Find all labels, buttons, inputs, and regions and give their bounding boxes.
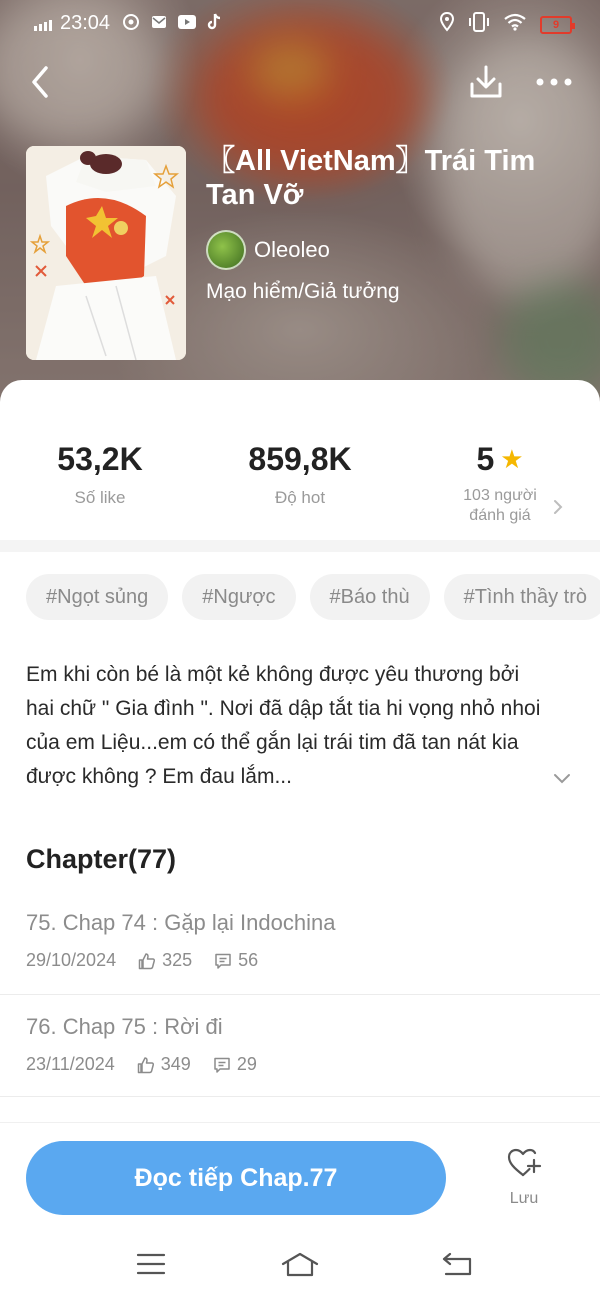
like-icon [138,952,156,969]
status-time: 23:04 [60,12,111,34]
chapter-item[interactable]: 75. Chap 74 : Gặp lại Indochina 29/10/20… [26,910,600,971]
chapter-title: 76. Chap 75 : Rời đi [26,1014,223,1039]
vibrate-icon [468,12,490,38]
battery-icon: 9 [540,16,575,34]
star-icon: ★ [500,444,524,474]
chapter-list-header: Chapter(77) [26,844,177,874]
menu-icon[interactable] [136,1251,166,1277]
likes-value: 53,2K [57,441,143,477]
tag-chip[interactable]: #Báo thù [309,574,430,620]
likes-label: Số like [74,488,126,507]
author-link[interactable]: Oleoleo [206,230,330,270]
back-nav-icon[interactable] [440,1251,474,1277]
save-button[interactable]: Lưu [500,1147,548,1208]
wifi-icon [504,13,526,37]
home-icon[interactable] [280,1251,320,1279]
heart-add-icon [507,1148,542,1177]
author-name: Oleoleo [254,237,330,262]
chapter-comments: 56 [238,950,259,970]
expand-chevron-icon[interactable] [552,772,572,786]
chapter-date: 23/11/2024 [26,1054,115,1074]
tiktok-icon [206,13,224,31]
rating-count-label-2: đánh giá [469,507,531,524]
youtube-icon [178,13,196,31]
chapter-likes: 325 [162,950,193,970]
download-icon [470,65,502,98]
story-description: Em khi còn bé là một kẻ không được yêu t… [26,663,541,788]
section-divider [0,540,600,552]
chapter-comments: 29 [236,1054,257,1074]
bottom-action-bar: Đọc tiếp Chap.77 Lưu [0,1122,600,1300]
story-cover-image [26,146,186,360]
save-label: Lưu [509,1190,539,1207]
likes-stat: 53,2K Số like [0,440,200,508]
signal-icon [34,20,52,31]
story-detail-screen: 23:04 9 〖All VietNam〗Trái Tim Tan Vỡ Ole… [0,0,600,1300]
location-icon [439,11,455,38]
tag-chip[interactable]: #Ngược [182,574,296,620]
rating-stat[interactable]: 5 ★ 103 người đánh giá [400,440,600,526]
like-icon [137,1056,154,1073]
tag-chip[interactable]: #Ngọt sủng [26,574,169,620]
chapter-item[interactable]: 76. Chap 75 : Rời đi 23/11/2024 349 29 [26,1014,600,1075]
app-icon [122,13,140,31]
status-bar: 23:04 9 [0,0,600,48]
stats-row: 53,2K Số like 859,8K Độ hot 5 ★ 103 người… [0,380,600,540]
chapter-title: 75. Chap 74 : Gặp lại Indochina [26,910,336,935]
author-avatar [206,230,246,270]
back-button[interactable] [26,64,54,100]
comment-icon [215,953,231,969]
chevron-right-icon[interactable] [552,498,564,516]
hot-label: Độ hot [274,488,326,507]
system-navigation-bar [0,1241,600,1300]
rating-count-label: 103 người [463,487,537,504]
mail-icon [150,13,168,31]
hot-stat: 859,8K Độ hot [200,440,400,508]
tag-list: #Ngọt sủng #Ngược #Báo thù #Tình thầy tr… [26,574,600,620]
hot-value: 859,8K [248,441,352,477]
rating-value: 5 [476,441,495,477]
download-button[interactable] [468,64,504,100]
divider [0,1096,600,1097]
continue-reading-button[interactable]: Đọc tiếp Chap.77 [26,1141,446,1215]
divider [0,994,600,995]
comment-icon [214,1057,230,1073]
chapter-likes: 349 [160,1054,191,1074]
more-dots-icon [536,78,572,86]
chapter-date: 29/10/2024 [26,950,117,970]
story-genre: Mạo hiểm/Giả tưởng [206,280,400,303]
more-options-button[interactable] [534,70,574,94]
story-title: 〖All VietNam〗Trái Tim Tan Vỡ [206,145,536,211]
chevron-left-icon [32,66,48,98]
tag-chip[interactable]: #Tình thầy trò [443,574,600,620]
